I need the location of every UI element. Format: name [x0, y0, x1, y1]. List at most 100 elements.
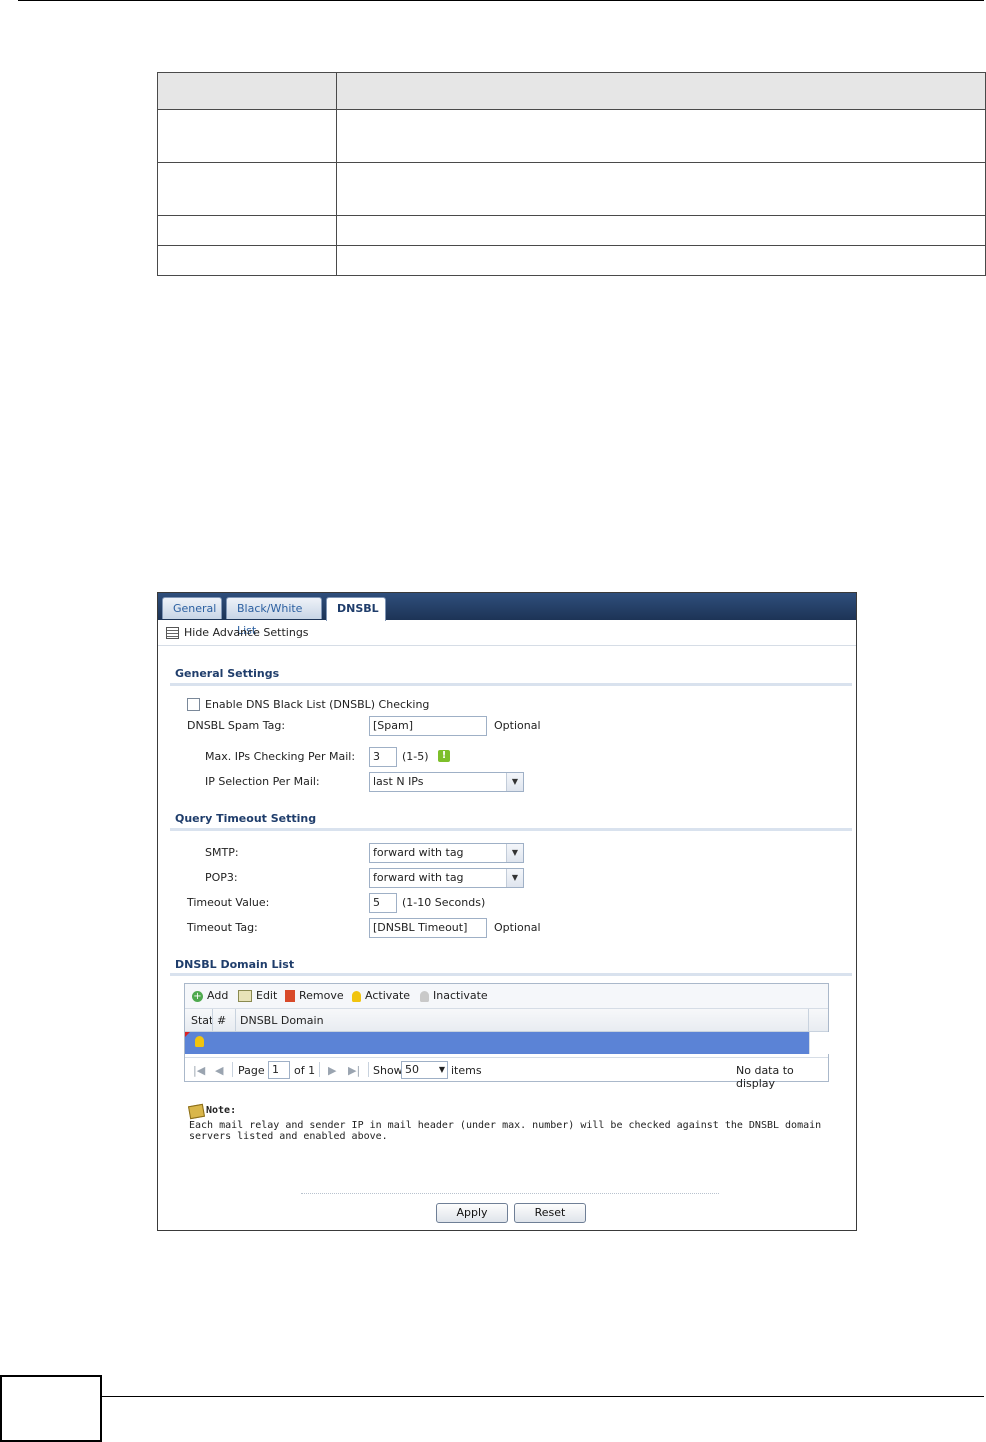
timeout-value-label: Timeout Value: [187, 896, 270, 909]
next-page-icon[interactable]: ▶ [328, 1064, 336, 1077]
timeout-value-input[interactable]: 5 [369, 893, 397, 913]
page-input[interactable]: 1 [268, 1061, 290, 1079]
table-cell [157, 245, 337, 276]
lightbulb-icon [352, 990, 361, 1002]
domain-list-title: DNSBL Domain List [175, 958, 295, 971]
list-icon [166, 627, 179, 639]
note-icon [187, 1103, 206, 1120]
table-cell [336, 215, 986, 246]
section-divider [170, 683, 852, 686]
chevron-down-icon: ▼ [506, 773, 523, 791]
footer-rule [100, 1396, 984, 1397]
table-row [157, 245, 986, 276]
inactivate-label: Inactivate [433, 989, 488, 1002]
timeout-tag-input[interactable]: [DNSBL Timeout] [369, 918, 487, 938]
field-description-table [157, 72, 986, 276]
pop3-select[interactable]: forward with tag ▼ [369, 868, 524, 888]
table-cell [157, 109, 337, 163]
activate-button[interactable]: Activate [352, 989, 410, 1002]
timeout-tag-optional: Optional [494, 921, 541, 934]
tab-general[interactable]: General [162, 597, 222, 619]
trash-icon [285, 990, 295, 1002]
column-divider [212, 1009, 213, 1031]
smtp-value: forward with tag [373, 846, 464, 859]
dnsbl-domain-grid: + Add Edit Remove Activate Inactivate Sta… [184, 983, 829, 1090]
table-header-row [157, 72, 986, 110]
column-divider [808, 1009, 809, 1031]
first-page-icon[interactable]: |◀ [193, 1064, 205, 1077]
pop3-value: forward with tag [373, 871, 464, 884]
tab-dnsbl[interactable]: DNSBL [326, 597, 386, 621]
column-header-number[interactable]: # [217, 1014, 226, 1027]
page-count: of 1 [294, 1064, 316, 1077]
items-label: items [451, 1064, 482, 1077]
apply-button[interactable]: Apply [436, 1203, 508, 1223]
pager-divider [368, 1062, 369, 1077]
column-header-status[interactable]: Stat [191, 1014, 213, 1027]
edit-button[interactable]: Edit [238, 989, 277, 1002]
enable-dnsbl-checkbox[interactable] [187, 698, 200, 711]
edit-label: Edit [256, 989, 278, 1002]
prev-page-icon[interactable]: ◀ [215, 1064, 223, 1077]
table-header-cell [336, 72, 986, 110]
query-timeout-title: Query Timeout Setting [175, 812, 317, 825]
table-cell [336, 109, 986, 163]
general-settings-title: General Settings [175, 667, 280, 680]
smtp-label: SMTP: [205, 846, 239, 859]
chevron-down-icon: ▼ [438, 1065, 445, 1074]
dirty-flag-icon [185, 1032, 190, 1037]
ip-selection-label: IP Selection Per Mail: [205, 775, 320, 788]
table-cell [336, 245, 986, 276]
ip-selection-select[interactable]: last N IPs ▼ [369, 772, 524, 792]
table-row[interactable] [185, 1032, 809, 1054]
pager-divider [232, 1062, 233, 1077]
add-button[interactable]: + Add [192, 989, 228, 1002]
remove-label: Remove [299, 989, 344, 1002]
show-label: Show [373, 1064, 403, 1077]
lightbulb-off-icon [420, 990, 429, 1002]
table-cell [336, 162, 986, 216]
section-divider [170, 828, 852, 831]
info-icon: ! [438, 750, 450, 762]
add-icon: + [192, 990, 203, 1002]
smtp-select[interactable]: forward with tag ▼ [369, 843, 524, 863]
header-rule [18, 0, 984, 1]
add-label: Add [207, 989, 229, 1002]
page-number-box [0, 1375, 102, 1442]
grid-scrollbar[interactable] [809, 1032, 829, 1054]
page-size-select[interactable]: 50 ▼ [401, 1061, 448, 1079]
lightbulb-icon [195, 1036, 204, 1047]
table-row [157, 109, 986, 163]
chevron-down-icon: ▼ [506, 844, 523, 862]
page-label: Page [238, 1064, 265, 1077]
button-divider [301, 1193, 719, 1194]
table-cell [157, 215, 337, 246]
last-page-icon[interactable]: ▶| [348, 1064, 360, 1077]
table-cell [157, 162, 337, 216]
grid-header: Stat # DNSBL Domain [185, 1009, 828, 1032]
empty-message: No data to display [736, 1064, 794, 1090]
advance-settings-label: Hide Advance Settings [184, 626, 309, 639]
tab-bar: General Black/White List DNSBL [158, 593, 856, 637]
table-row [157, 215, 986, 246]
spam-tag-input[interactable]: [Spam] [369, 716, 487, 736]
max-ips-label: Max. IPs Checking Per Mail: [205, 750, 356, 763]
column-divider [235, 1009, 236, 1031]
chevron-down-icon: ▼ [506, 869, 523, 887]
pop3-label: POP3: [205, 871, 238, 884]
timeout-range: (1-10 Seconds) [402, 896, 486, 909]
max-ips-input[interactable]: 3 [369, 747, 397, 767]
edit-icon [238, 990, 252, 1002]
table-row [157, 162, 986, 216]
remove-button[interactable]: Remove [285, 989, 344, 1002]
advance-settings-toggle[interactable]: Hide Advance Settings [158, 621, 856, 646]
reset-button[interactable]: Reset [514, 1203, 586, 1223]
grid-toolbar: + Add Edit Remove Activate Inactivate [185, 984, 828, 1009]
dnsbl-settings-screen: General Black/White List DNSBL Hide Adva… [157, 592, 857, 1231]
tab-black-white-list[interactable]: Black/White List [226, 597, 322, 637]
grid-pager: |◀ ◀ Page 1 of 1 ▶ ▶| Show 50 ▼ items No… [185, 1057, 828, 1090]
ip-selection-value: last N IPs [373, 775, 424, 788]
note-text: Each mail relay and sender IP in mail he… [189, 1120, 822, 1142]
column-header-domain[interactable]: DNSBL Domain [240, 1014, 324, 1027]
inactivate-button[interactable]: Inactivate [420, 989, 488, 1002]
